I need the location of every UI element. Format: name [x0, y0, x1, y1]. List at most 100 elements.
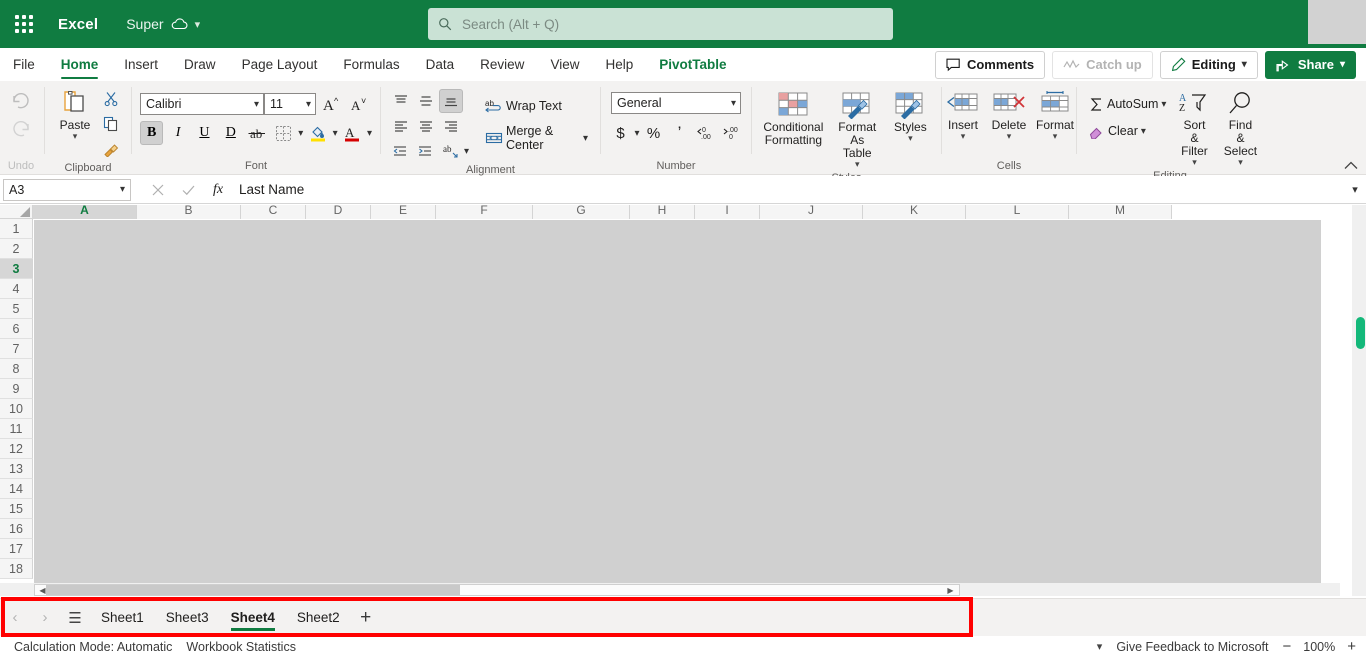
row-header-3[interactable]: 3: [0, 259, 33, 279]
column-header-b[interactable]: B: [137, 205, 241, 219]
sort-filter-button[interactable]: A Z Sort & Filter ▾: [1172, 89, 1216, 169]
status-options-chevron-icon[interactable]: ▾: [1097, 640, 1103, 653]
scroll-right-arrow-icon[interactable]: ▶: [944, 585, 957, 595]
row-header-14[interactable]: 14: [0, 479, 33, 499]
chevron-down-icon[interactable]: ▾: [367, 128, 372, 139]
bold-button[interactable]: B: [140, 121, 164, 145]
row-header-6[interactable]: 6: [0, 319, 33, 339]
all-sheets-menu-icon[interactable]: ☰: [60, 599, 90, 637]
tab-view[interactable]: View: [537, 48, 592, 81]
format-cells-button[interactable]: Format ▾: [1033, 89, 1077, 143]
chevron-down-icon[interactable]: ▾: [120, 184, 125, 195]
merge-center-button[interactable]: Merge & Center ▾: [481, 124, 592, 152]
row-header-18[interactable]: 18: [0, 559, 33, 579]
horizontal-scrollbar-thumb[interactable]: [46, 585, 460, 595]
sheet-tab-sheet1[interactable]: Sheet1: [90, 599, 155, 637]
row-header-4[interactable]: 4: [0, 279, 33, 299]
decrease-font-size-icon[interactable]: A ˅: [350, 92, 372, 116]
chevron-down-icon[interactable]: ▾: [855, 160, 860, 169]
chevron-down-icon[interactable]: ▾: [1141, 126, 1146, 137]
column-header-l[interactable]: L: [966, 205, 1069, 219]
decrease-indent-icon[interactable]: [389, 139, 413, 163]
number-format-select[interactable]: General ▾: [611, 92, 741, 114]
expand-formula-bar-icon[interactable]: ▾: [1344, 183, 1366, 196]
row-header-16[interactable]: 16: [0, 519, 33, 539]
chevron-down-icon[interactable]: ▾: [583, 133, 588, 144]
row-header-5[interactable]: 5: [0, 299, 33, 319]
row-header-9[interactable]: 9: [0, 379, 33, 399]
sheet-tab-sheet4[interactable]: Sheet4: [220, 599, 286, 637]
workbook-statistics-label[interactable]: Workbook Statistics: [186, 640, 296, 654]
column-header-d[interactable]: D: [306, 205, 371, 219]
share-button[interactable]: Share ▾: [1264, 50, 1356, 79]
strikethrough-button[interactable]: ab: [245, 121, 268, 145]
find-select-button[interactable]: Find & Select ▾: [1218, 89, 1262, 169]
formula-input[interactable]: [237, 178, 1342, 201]
chevron-down-icon[interactable]: ▾: [634, 128, 639, 139]
tab-review[interactable]: Review: [467, 48, 537, 81]
chevron-down-icon[interactable]: ▾: [298, 128, 303, 139]
row-header-13[interactable]: 13: [0, 459, 33, 479]
name-box[interactable]: A3 ▾: [3, 178, 131, 201]
comma-style-icon[interactable]: ’: [668, 121, 692, 145]
spreadsheet-grid[interactable]: A B C D E F G H I J K L M 1 2 3 4 5 6 7 …: [0, 205, 1366, 596]
conditional-formatting-button[interactable]: Conditional Formatting: [760, 89, 827, 149]
tab-data[interactable]: Data: [413, 48, 468, 81]
app-launcher-icon[interactable]: [0, 0, 48, 48]
chevron-down-icon[interactable]: ▾: [254, 99, 259, 110]
font-color-button[interactable]: A: [341, 121, 364, 145]
format-as-table-button[interactable]: Format As Table ▾: [829, 89, 886, 171]
styles-button[interactable]: Styles ▾: [888, 89, 933, 145]
chevron-down-icon[interactable]: ▾: [464, 146, 469, 157]
align-center-icon[interactable]: [414, 114, 438, 138]
chevron-down-icon[interactable]: ▾: [961, 132, 966, 141]
row-header-12[interactable]: 12: [0, 439, 33, 459]
row-header-8[interactable]: 8: [0, 359, 33, 379]
column-header-e[interactable]: E: [371, 205, 436, 219]
search-box[interactable]: [428, 8, 893, 40]
chevron-left-icon[interactable]: ‹: [0, 599, 30, 637]
column-header-h[interactable]: H: [630, 205, 695, 219]
tab-file[interactable]: File: [0, 48, 48, 81]
copy-button[interactable]: [99, 112, 123, 136]
align-right-icon[interactable]: [439, 114, 463, 138]
increase-font-size-icon[interactable]: A ^: [322, 92, 344, 116]
column-header-g[interactable]: G: [533, 205, 630, 219]
align-middle-icon[interactable]: [414, 89, 438, 113]
format-painter-button[interactable]: [99, 137, 123, 161]
chevron-right-icon[interactable]: ›: [30, 599, 60, 637]
chevron-down-icon[interactable]: ▾: [306, 99, 311, 110]
chevron-down-icon[interactable]: ▾: [333, 128, 338, 139]
insert-cells-button[interactable]: Insert ▾: [941, 89, 985, 143]
tab-help[interactable]: Help: [592, 48, 646, 81]
vertical-scrollbar-thumb[interactable]: [1356, 317, 1365, 349]
column-header-i[interactable]: I: [695, 205, 760, 219]
increase-decimal-icon[interactable]: 0.00: [694, 121, 718, 145]
cancel-x-icon[interactable]: [143, 179, 173, 201]
insert-function-icon[interactable]: fx: [203, 179, 233, 201]
zoom-in-plus-icon[interactable]: +: [1347, 638, 1356, 655]
undo-arrow-icon[interactable]: [7, 89, 35, 115]
align-bottom-icon[interactable]: [439, 89, 463, 113]
give-feedback-label[interactable]: Give Feedback to Microsoft: [1116, 640, 1268, 654]
editing-button[interactable]: Editing ▾: [1159, 50, 1258, 79]
sheet-tab-sheet3[interactable]: Sheet3: [155, 599, 220, 637]
borders-button[interactable]: [272, 121, 295, 145]
paste-button[interactable]: Paste ▾: [53, 85, 97, 143]
chevron-down-icon[interactable]: ▾: [1238, 158, 1243, 167]
align-top-icon[interactable]: [389, 89, 413, 113]
chevron-down-icon[interactable]: ▾: [1242, 59, 1247, 70]
clear-button[interactable]: Clear ▾: [1085, 119, 1170, 143]
zoom-out-minus-icon[interactable]: −: [1282, 638, 1291, 655]
row-header-2[interactable]: 2: [0, 239, 33, 259]
add-sheet-plus-icon[interactable]: +: [351, 599, 381, 637]
column-header-k[interactable]: K: [863, 205, 966, 219]
chevron-down-icon[interactable]: ▾: [1161, 99, 1166, 110]
confirm-check-icon[interactable]: [173, 179, 203, 201]
chevron-down-icon[interactable]: ▾: [1340, 59, 1345, 70]
select-all-corner[interactable]: [0, 205, 33, 219]
chevron-down-icon[interactable]: ▾: [908, 134, 913, 143]
app-name[interactable]: Excel: [58, 16, 98, 33]
chevron-down-icon[interactable]: ▾: [73, 132, 78, 141]
row-header-7[interactable]: 7: [0, 339, 33, 359]
